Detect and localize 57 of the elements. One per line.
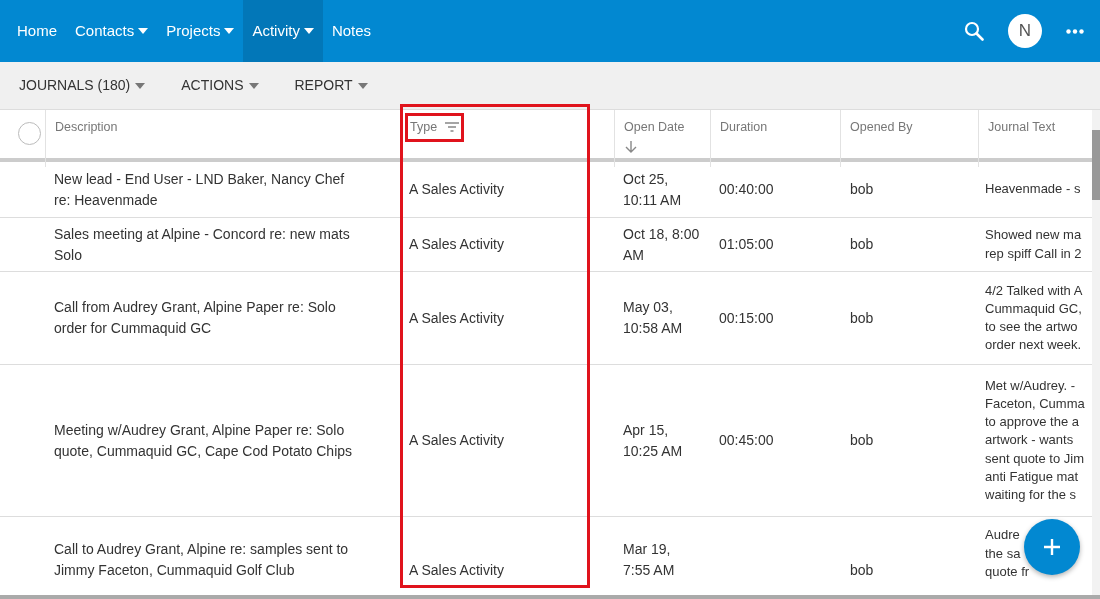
nav-tab[interactable]: Home <box>8 0 66 62</box>
description-text: Call from Audrey Grant, Alpine Paper re: Solo order for Cummaquid GC <box>54 298 337 338</box>
scrollbar-thumb[interactable] <box>1092 130 1100 200</box>
description-text: Call to Audrey Grant, Alpine re: samples sent to Jimmy Faceton, Cummaquid Golf Club <box>54 540 350 580</box>
table-cell-text: 00:15:00 <box>719 308 774 328</box>
journal-text: Showed new ma rep spiff Call in 2 <box>985 226 1082 263</box>
table-cell-text: bob <box>850 308 874 328</box>
column-header[interactable]: Open Date <box>619 113 690 159</box>
description-text: New lead - End User - LND Baker, Nancy Chef re: Heavenmade <box>54 169 346 210</box>
caret-icon <box>224 28 235 34</box>
table-cell-text: 01:05:00 <box>719 235 774 254</box>
search-icon[interactable] <box>964 21 984 41</box>
journal-text: 4/2 Talked with A Cummaquid GC, to see the artwo order next week. <box>985 281 1083 355</box>
table-cell-text: A Sales Activity <box>409 180 504 199</box>
caret-icon <box>303 28 314 34</box>
scrollbar[interactable] <box>1092 110 1100 595</box>
table-cell-text: May 03, 10:58 AM <box>623 298 684 338</box>
description-text: Sales meeting at Alpine - Concord re: new mats Solo <box>54 224 351 265</box>
column-header[interactable]: Journal Text <box>983 113 1061 142</box>
table-cell-text: 00:45:00 <box>719 431 774 450</box>
journal-text: Met w/Audrey. - Faceton, Cumma to approve the a artwork - wants sent quote to Jim anti Fatigue mat waiting for the s <box>985 376 1085 504</box>
table-cell-text: A Sales Activity <box>409 308 504 328</box>
column-header[interactable]: Opened By <box>845 113 918 142</box>
table-cell-text: bob <box>850 561 874 580</box>
sort-arrow-icon[interactable] <box>624 139 638 154</box>
nav-tab[interactable]: Projects <box>157 0 244 62</box>
nav-tab[interactable]: Notes <box>322 0 381 62</box>
table-cell-text: bob <box>850 180 874 199</box>
table-cell-text: A Sales Activity <box>409 431 504 450</box>
table-cell-text: Oct 25, 10:11 AM <box>623 169 683 210</box>
caret-icon <box>135 82 146 89</box>
column-header[interactable]: Duration <box>715 113 773 142</box>
caret-icon <box>138 28 149 34</box>
column-header[interactable]: Description <box>50 113 123 142</box>
nav-tab[interactable]: Contacts <box>66 0 158 62</box>
column-header[interactable]: Type <box>405 113 465 142</box>
table-cell-text: A Sales Activity <box>409 561 504 580</box>
nav-tab[interactable]: Activity <box>243 0 323 62</box>
table-cell-text: bob <box>850 235 874 254</box>
caret-icon <box>248 82 259 89</box>
avatar[interactable]: N <box>1008 14 1042 48</box>
toolbar-menu[interactable]: REPORT <box>275 75 368 96</box>
table-cell-text: Apr 15, 10:25 AM <box>623 420 684 461</box>
table-cell-text: Mar 19, 7:55 AM <box>623 540 676 580</box>
caret-icon <box>357 82 368 89</box>
filter-icon[interactable] <box>445 122 460 133</box>
plus-icon <box>1043 538 1061 556</box>
toolbar-menu[interactable]: ACTIONS <box>162 75 259 96</box>
table-cell-text: Oct 18, 8:00 AM <box>623 224 701 265</box>
description-text: Meeting w/Audrey Grant, Alpine Paper re: Solo quote, Cummaquid GC, Cape Cod Potato Chips <box>54 420 354 461</box>
journal-text: Audre the sa quote fr <box>985 526 1030 581</box>
toolbar-menu[interactable]: JOURNALS (180) <box>0 75 146 96</box>
table-cell-text: bob <box>850 431 874 450</box>
table-cell-text: 00:40:00 <box>719 180 774 199</box>
journal-text: Heavenmade - s <box>985 180 1081 199</box>
table-cell-text: A Sales Activity <box>409 235 504 254</box>
more-icon[interactable] <box>1066 28 1084 34</box>
